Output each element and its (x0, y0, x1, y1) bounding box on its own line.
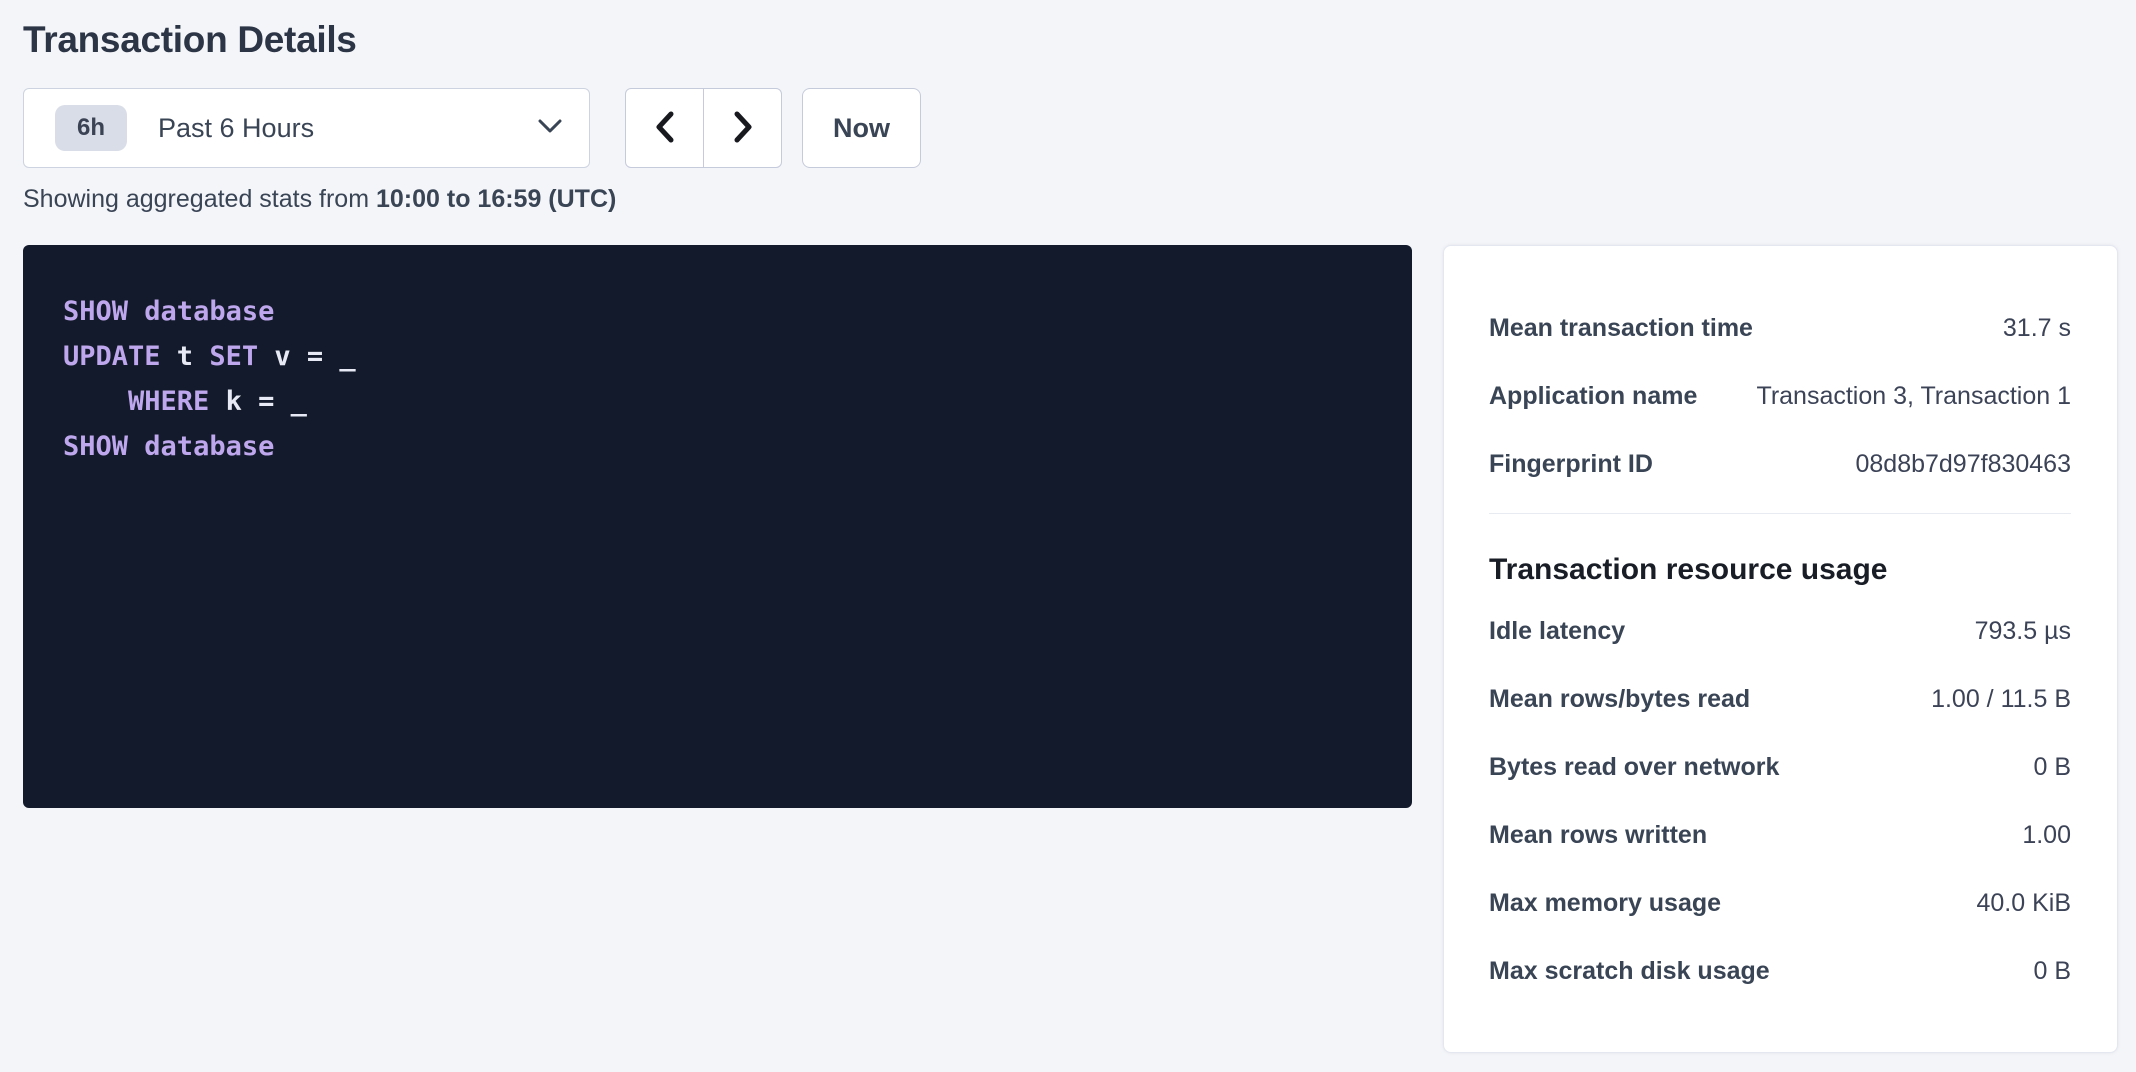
aggregation-range-text: Showing aggregated stats from 10:00 to 1… (23, 185, 2118, 214)
time-range-label: Past 6 Hours (158, 113, 314, 144)
stat-value: 0 B (2033, 753, 2071, 782)
stat-label: Bytes read over network (1489, 753, 1779, 782)
stat-row: Max memory usage 40.0 KiB (1489, 869, 2071, 937)
sql-keyword: UPDATE (63, 341, 161, 372)
details-content: SHOW databaseUPDATE t SET v = _ WHERE k … (23, 245, 2118, 1053)
chevron-right-icon (731, 110, 755, 147)
sql-text: t (161, 341, 210, 372)
stat-label: Mean rows/bytes read (1489, 685, 1750, 714)
sql-keyword: SET (209, 341, 258, 372)
stat-value: Transaction 3, Transaction 1 (1756, 382, 2071, 411)
sql-text (128, 296, 144, 327)
resource-usage-heading: Transaction resource usage (1489, 553, 2071, 587)
sql-line: UPDATE t SET v = _ (63, 334, 1372, 379)
sql-statement-lines: SHOW databaseUPDATE t SET v = _ WHERE k … (63, 289, 1372, 469)
stat-row: Fingerprint ID 08d8b7d97f830463 (1489, 430, 2071, 498)
stat-label: Idle latency (1489, 617, 1625, 646)
previous-time-window-button[interactable] (625, 88, 704, 168)
sql-text (128, 431, 144, 462)
sql-line: SHOW database (63, 424, 1372, 469)
chevron-down-icon (537, 118, 563, 139)
stat-row: Application name Transaction 3, Transacti… (1489, 362, 2071, 430)
time-range-dropdown[interactable]: 6h Past 6 Hours (23, 88, 590, 168)
sql-text: k = _ (209, 386, 307, 417)
stat-row: Max scratch disk usage 0 B (1489, 937, 2071, 1005)
stat-row: Mean rows/bytes read 1.00 / 11.5 B (1489, 665, 2071, 733)
sql-keyword: database (144, 296, 274, 327)
sql-text: v = _ (258, 341, 356, 372)
stat-label: Max scratch disk usage (1489, 957, 1770, 986)
stat-value: 793.5 µs (1975, 617, 2071, 646)
next-time-window-button[interactable] (703, 88, 782, 168)
stat-row: Mean rows written 1.00 (1489, 801, 2071, 869)
time-window-arrows (625, 88, 782, 168)
sql-keyword: SHOW (63, 431, 128, 462)
stat-row: Idle latency 793.5 µs (1489, 597, 2071, 665)
stat-value: 08d8b7d97f830463 (1855, 450, 2071, 479)
stat-label: Max memory usage (1489, 889, 1721, 918)
stat-label: Mean transaction time (1489, 314, 1753, 343)
sql-line: SHOW database (63, 289, 1372, 334)
transaction-details-page: Transaction Details 6h Past 6 Hours (0, 0, 2136, 1072)
stat-label: Fingerprint ID (1489, 450, 1653, 479)
aggregation-range-prefix: Showing aggregated stats from (23, 185, 376, 213)
stat-label: Mean rows written (1489, 821, 1707, 850)
stat-label: Application name (1489, 382, 1697, 411)
aggregation-range-value: 10:00 to 16:59 (UTC) (376, 185, 616, 213)
time-preset-badge: 6h (55, 105, 127, 151)
card-divider (1489, 513, 2071, 514)
chevron-left-icon (653, 110, 677, 147)
stat-row: Mean transaction time 31.7 s (1489, 294, 2071, 362)
stat-value: 1.00 / 11.5 B (1931, 685, 2071, 714)
stat-value: 0 B (2033, 957, 2071, 986)
page-title: Transaction Details (23, 18, 2118, 62)
stat-value: 40.0 KiB (1976, 889, 2071, 918)
transaction-stats-card: Mean transaction time 31.7 s Application n… (1443, 245, 2118, 1053)
sql-keyword: SHOW (63, 296, 128, 327)
now-button[interactable]: Now (802, 88, 921, 168)
stat-row: Bytes read over network 0 B (1489, 733, 2071, 801)
time-picker: 6h Past 6 Hours (23, 88, 2118, 168)
resource-usage-rows: Idle latency 793.5 µs Mean rows/bytes read… (1489, 597, 2071, 1005)
sql-line: WHERE k = _ (63, 379, 1372, 424)
stat-value: 1.00 (2022, 821, 2071, 850)
sql-keyword: WHERE (128, 386, 209, 417)
sql-text (63, 386, 128, 417)
sql-statement-box: SHOW databaseUPDATE t SET v = _ WHERE k … (23, 245, 1412, 808)
sql-keyword: database (144, 431, 274, 462)
summary-rows: Mean transaction time 31.7 s Application n… (1489, 294, 2071, 498)
stat-value: 31.7 s (2003, 314, 2071, 343)
